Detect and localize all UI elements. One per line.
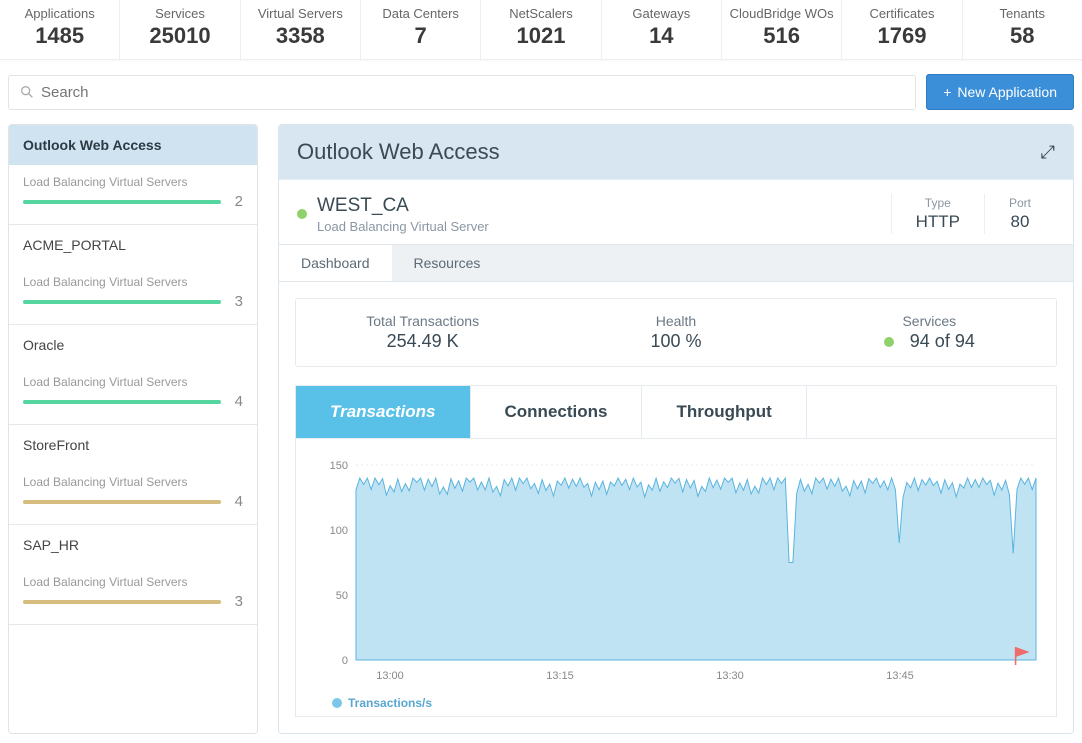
tab-resources[interactable]: Resources xyxy=(392,245,503,281)
sidebar-item-title: Oracle xyxy=(9,325,257,365)
search-input[interactable] xyxy=(35,84,905,101)
stat-cloudbridge-wos[interactable]: CloudBridge WOs516 xyxy=(722,0,842,59)
panel-tabs: Dashboard Resources xyxy=(279,244,1073,282)
virtual-server-info: WEST_CA Load Balancing Virtual Server xyxy=(317,195,489,234)
progress-bar xyxy=(23,600,221,604)
legend-label: Transactions/s xyxy=(348,696,432,710)
sidebar-item-subtitle: Load Balancing Virtual Servers xyxy=(23,475,243,489)
applications-sidebar: Outlook Web Access Load Balancing Virtual… xyxy=(8,124,258,734)
sidebar-item-storefront[interactable]: StoreFront Load Balancing Virtual Servers… xyxy=(9,425,257,525)
stat-tenants[interactable]: Tenants58 xyxy=(963,0,1082,59)
application-panel: Outlook Web Access ⤢ WEST_CA Load Balanc… xyxy=(278,124,1074,734)
graph-tab-transactions[interactable]: Transactions xyxy=(296,386,471,438)
tab-dashboard[interactable]: Dashboard xyxy=(279,245,392,281)
svg-text:13:15: 13:15 xyxy=(546,670,574,682)
svg-text:50: 50 xyxy=(336,590,348,602)
sidebar-item-subtitle: Load Balancing Virtual Servers xyxy=(23,375,243,389)
chart-container: 0 50 100 150 13:00 13:15 13:30 13:45 Transactio… xyxy=(295,438,1057,717)
virtual-server-meta: Type HTTP Port 80 xyxy=(891,194,1055,234)
sidebar-item-oracle[interactable]: Oracle Load Balancing Virtual Servers 4 xyxy=(9,325,257,425)
graph-tabs: Transactions Connections Throughput xyxy=(295,385,1057,438)
progress-bar xyxy=(23,400,221,404)
search-icon xyxy=(19,84,35,100)
summary-services: Services 94 of 94 xyxy=(803,313,1056,352)
progress-bar xyxy=(23,200,221,204)
vs-port: Port 80 xyxy=(984,194,1055,234)
progress-bar xyxy=(23,500,221,504)
plus-icon: + xyxy=(943,84,951,100)
virtual-server-row: WEST_CA Load Balancing Virtual Server Ty… xyxy=(279,179,1073,244)
content: Outlook Web Access Load Balancing Virtual… xyxy=(0,124,1082,742)
svg-text:13:45: 13:45 xyxy=(886,670,914,682)
summary-total: Total Transactions 254.49 K xyxy=(296,313,549,352)
sidebar-item-title: StoreFront xyxy=(9,425,257,465)
summary-health: Health 100 % xyxy=(549,313,802,352)
status-dot-icon xyxy=(297,209,307,219)
sidebar-item-subtitle: Load Balancing Virtual Servers xyxy=(23,175,243,189)
panel-header: Outlook Web Access ⤢ xyxy=(279,125,1073,179)
sidebar-item-count: 3 xyxy=(229,593,243,610)
toolbar: + New Application xyxy=(0,60,1082,124)
sidebar-item-sap-hr[interactable]: SAP_HR Load Balancing Virtual Servers 3 xyxy=(9,525,257,625)
main: Outlook Web Access ⤢ WEST_CA Load Balanc… xyxy=(278,124,1074,734)
svg-text:0: 0 xyxy=(342,655,348,667)
sidebar-item-count: 4 xyxy=(229,393,243,410)
sidebar-item-acme-portal[interactable]: ACME_PORTAL Load Balancing Virtual Server… xyxy=(9,225,257,325)
new-application-button[interactable]: + New Application xyxy=(926,74,1074,110)
search-box[interactable] xyxy=(8,75,916,110)
vs-type: Type HTTP xyxy=(891,194,984,234)
progress-bar xyxy=(23,300,221,304)
svg-text:150: 150 xyxy=(330,460,348,472)
svg-text:13:00: 13:00 xyxy=(376,670,404,682)
panel-title: Outlook Web Access xyxy=(297,139,500,165)
sidebar-item-subtitle: Load Balancing Virtual Servers xyxy=(23,275,243,289)
status-dot-icon xyxy=(884,337,894,347)
sidebar-item-count: 4 xyxy=(229,493,243,510)
new-application-label: New Application xyxy=(957,84,1057,100)
summary-box: Total Transactions 254.49 K Health 100 %… xyxy=(295,298,1057,367)
sidebar-item-title: ACME_PORTAL xyxy=(9,225,257,265)
stats-row: Applications1485Services25010Virtual Ser… xyxy=(0,0,1082,60)
legend-dot-icon xyxy=(332,698,342,708)
expand-icon[interactable]: ⤢ xyxy=(1041,142,1055,163)
stat-certificates[interactable]: Certificates1769 xyxy=(842,0,962,59)
panel-body: Total Transactions 254.49 K Health 100 %… xyxy=(279,282,1073,733)
sidebar-item-title: Outlook Web Access xyxy=(9,125,257,165)
sidebar-item-subtitle: Load Balancing Virtual Servers xyxy=(23,575,243,589)
virtual-server-name: WEST_CA xyxy=(317,195,489,217)
svg-text:13:30: 13:30 xyxy=(716,670,744,682)
stat-data-centers[interactable]: Data Centers7 xyxy=(361,0,481,59)
sidebar-item-count: 3 xyxy=(229,293,243,310)
sidebar-item-title: SAP_HR xyxy=(9,525,257,565)
stat-services[interactable]: Services25010 xyxy=(120,0,240,59)
stat-netscalers[interactable]: NetScalers1021 xyxy=(481,0,601,59)
stat-applications[interactable]: Applications1485 xyxy=(0,0,120,59)
sidebar-item-outlook-web-access[interactable]: Outlook Web Access Load Balancing Virtual… xyxy=(9,125,257,225)
stat-gateways[interactable]: Gateways14 xyxy=(602,0,722,59)
virtual-server-subtitle: Load Balancing Virtual Server xyxy=(317,219,489,234)
chart-legend: Transactions/s xyxy=(306,696,1046,710)
graph-tab-connections[interactable]: Connections xyxy=(471,386,643,438)
stat-virtual-servers[interactable]: Virtual Servers3358 xyxy=(241,0,361,59)
sidebar-item-count: 2 xyxy=(229,193,243,210)
transactions-chart: 0 50 100 150 13:00 13:15 13:30 13:45 xyxy=(306,455,1046,685)
svg-text:100: 100 xyxy=(330,525,348,537)
graph-tab-throughput[interactable]: Throughput xyxy=(642,386,806,438)
